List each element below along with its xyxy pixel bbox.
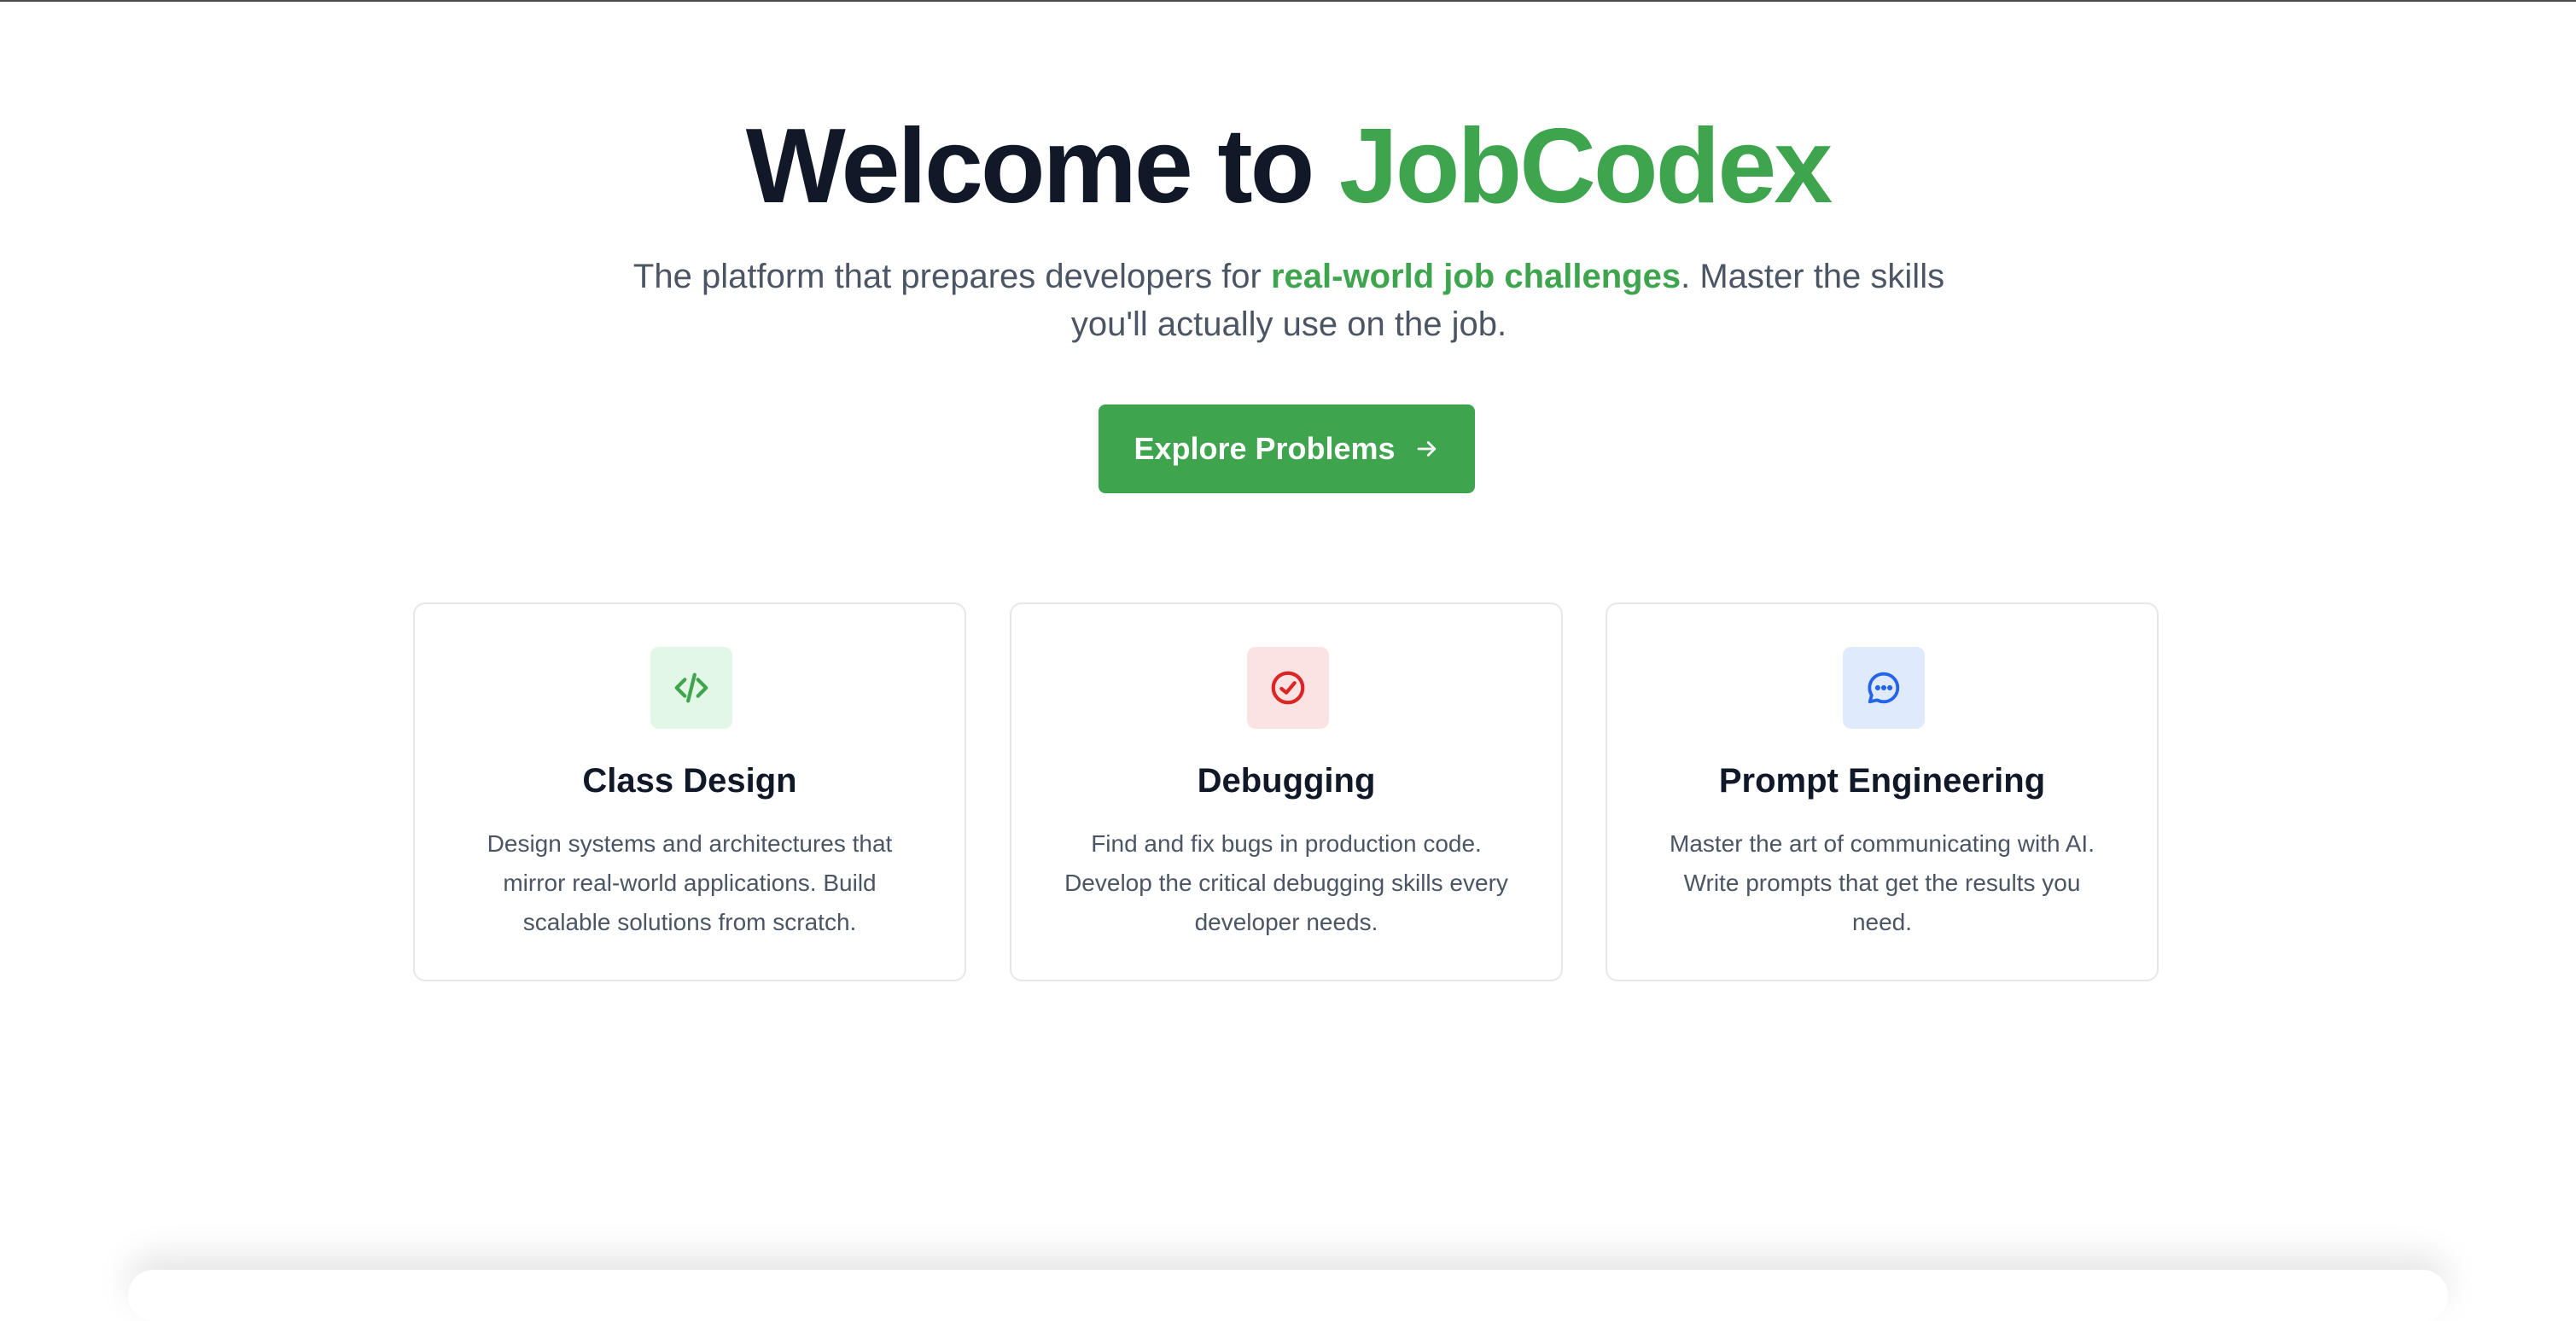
hero-title-prefix: Welcome to	[745, 108, 1339, 225]
brand-name: JobCodex	[1338, 108, 1833, 225]
feature-card-debugging[interactable]: Debugging Find and fix bugs in productio…	[1010, 602, 1563, 981]
feature-card-class-design[interactable]: Class Design Design systems and architec…	[413, 602, 966, 981]
chat-bubble-icon	[1868, 672, 1900, 704]
card-description: Find and fix bugs in production code. De…	[1064, 830, 1508, 935]
subtitle-highlight: real-world job challenges	[1270, 258, 1681, 295]
code-icon	[674, 672, 708, 703]
card-title: Class Design	[582, 762, 797, 800]
card-title: Prompt Engineering	[1718, 762, 2046, 800]
debugging-icon-tile	[1247, 647, 1329, 729]
bottom-panel-shadow	[128, 1270, 2448, 1321]
explore-problems-label: Explore Problems	[1134, 431, 1396, 466]
card-description: Design systems and architectures that mi…	[487, 830, 893, 935]
card-description: Master the art of communicating with AI.…	[1670, 830, 2095, 935]
feature-card-prompt-engineering[interactable]: Prompt Engineering Master the art of com…	[1606, 602, 2159, 981]
check-circle-icon	[1271, 671, 1305, 705]
prompt-engineering-icon-tile	[1843, 647, 1925, 729]
subtitle-text-before: The platform that prepares developers fo…	[632, 258, 1271, 295]
class-design-icon-tile	[650, 647, 732, 729]
explore-problems-button[interactable]: Explore Problems	[1099, 404, 1475, 493]
arrow-right-icon	[1417, 441, 1436, 457]
card-title: Debugging	[1197, 762, 1376, 800]
hero-title: Welcome to JobCodex	[0, 102, 2576, 230]
top-border	[0, 0, 2576, 2]
hero-subtitle: The platform that prepares developers fo…	[632, 253, 1946, 348]
